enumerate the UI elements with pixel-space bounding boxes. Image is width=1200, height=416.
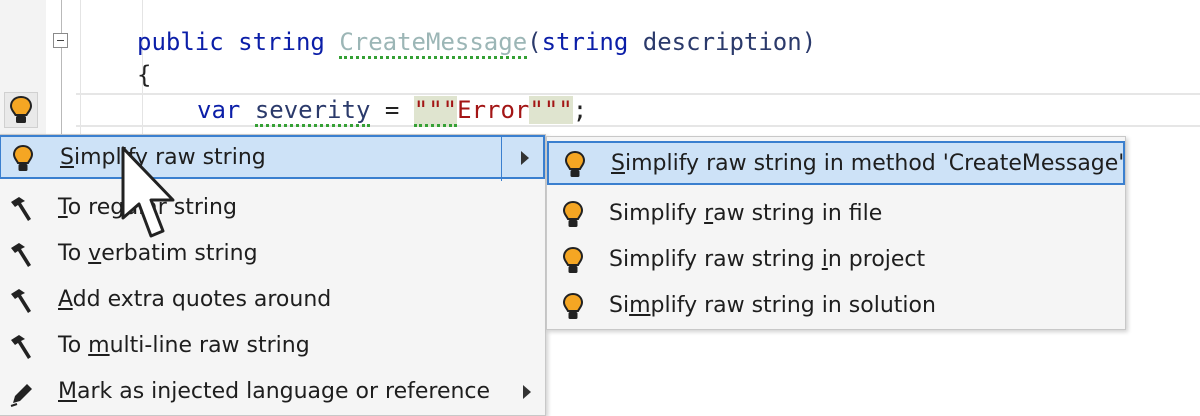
menu-item-label: Add extra quotes around [58, 287, 332, 312]
submenu-arrow-icon [523, 385, 531, 399]
pen-icon [10, 384, 32, 407]
gutter-lightbulb-button[interactable] [4, 92, 38, 128]
semicolon: ; [572, 96, 588, 124]
code-line-var[interactable]: var severity = """Error"""; [197, 95, 588, 127]
hammer-icon [11, 243, 31, 267]
simplify-raw-string-submenu: Simplify raw string in method 'CreateMes… [546, 136, 1126, 330]
menu-item-to-multiline-raw-string[interactable]: To multi-line raw string [0, 325, 545, 369]
paren: ) [801, 28, 817, 56]
menu-item-label: Mark as injected language or reference [58, 379, 491, 404]
paren: ( [527, 28, 542, 56]
param-type: string [541, 28, 629, 56]
menu-item-label: To verbatim string [58, 241, 258, 266]
keyword: public [137, 28, 224, 56]
lightbulb-icon [562, 246, 584, 273]
menu-item-add-extra-quotes[interactable]: Add extra quotes around [0, 279, 545, 323]
submenu-item-in-project[interactable]: Simplify raw string in project [547, 239, 1125, 283]
hammer-icon [11, 289, 31, 313]
raw-string-close-quotes: """ [529, 96, 573, 124]
menu-item-label: Simplify raw string in solution [609, 293, 936, 318]
menu-item-simplify-raw-string[interactable]: Simplify raw string [0, 135, 545, 181]
lightbulb-icon [564, 150, 586, 177]
code-line-brace[interactable]: { [137, 60, 151, 90]
keyword: var [197, 96, 241, 124]
mouse-pointer-icon [121, 146, 175, 238]
submenu-item-in-file[interactable]: Simplify raw string in file [547, 193, 1125, 237]
submenu-arrow-icon [521, 151, 529, 165]
lightbulb-icon [12, 144, 34, 171]
lightbulb-icon [9, 95, 33, 123]
collapse-region-button[interactable] [53, 33, 68, 48]
submenu-item-in-method[interactable]: Simplify raw string in method 'CreateMes… [547, 141, 1125, 185]
context-actions-menu: Simplify raw string To regular string To… [0, 134, 546, 416]
menu-item-label: Simplify raw string in method 'CreateMes… [611, 151, 1125, 176]
menu-item-to-regular-string[interactable]: To regular string [0, 187, 545, 231]
operator: = [370, 96, 414, 124]
method-name: CreateMessage [339, 28, 528, 59]
menu-item-mark-as-injected-language[interactable]: Mark as injected language or reference [0, 371, 545, 415]
menu-item-label: To multi-line raw string [58, 333, 310, 358]
code-line-method-signature[interactable]: public string CreateMessage(string descr… [137, 27, 817, 59]
menu-item-label: Simplify raw string in file [609, 201, 883, 226]
hammer-icon [11, 197, 31, 221]
submenu-divider [501, 137, 502, 181]
param-name: description [642, 28, 802, 56]
string-content: Error [457, 96, 530, 124]
open-brace: { [137, 61, 152, 89]
lightbulb-icon [562, 292, 584, 319]
variable-name: severity [254, 96, 371, 127]
hammer-icon [11, 335, 31, 359]
lightbulb-icon [562, 200, 584, 227]
raw-string-open-quotes: """ [413, 96, 458, 127]
menu-item-to-verbatim-string[interactable]: To verbatim string [0, 233, 545, 277]
submenu-item-in-solution[interactable]: Simplify raw string in solution [547, 285, 1125, 329]
keyword: string [238, 28, 325, 56]
menu-item-label: Simplify raw string in project [609, 247, 926, 272]
